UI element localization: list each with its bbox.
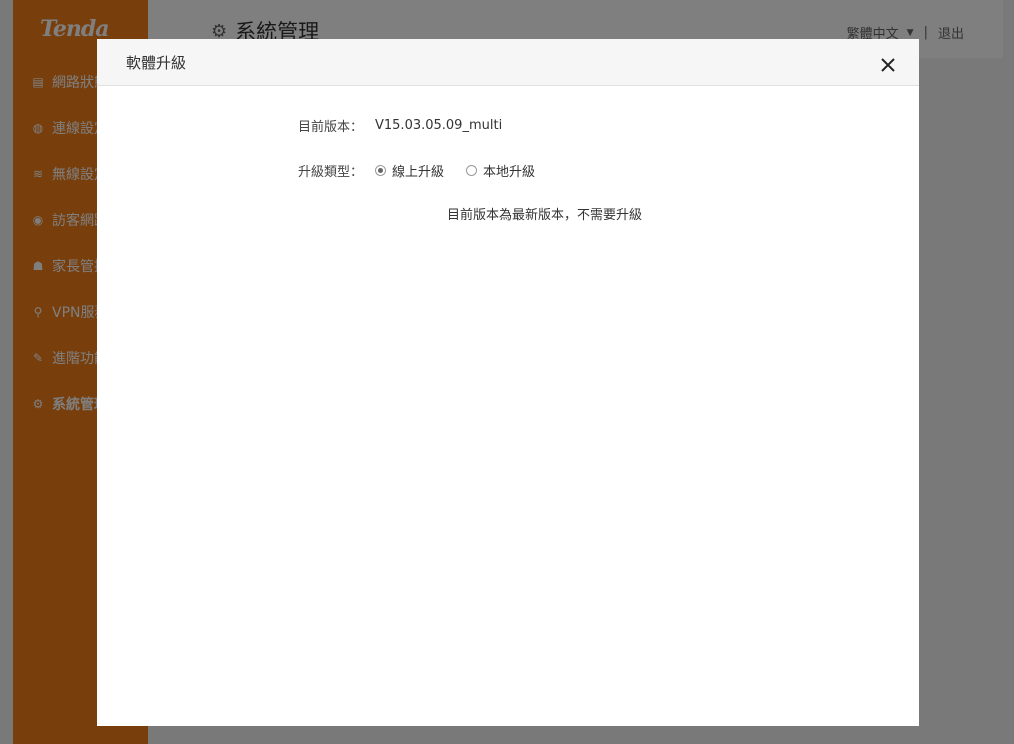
dialog-header: 軟體升級 <box>97 39 919 86</box>
status-message: 目前版本為最新版本，不需要升級 <box>447 208 643 223</box>
radio-online-upgrade[interactable]: 線上升級 <box>375 161 444 180</box>
radio-unchecked-icon[interactable] <box>466 165 478 176</box>
dialog-title: 軟體升級 <box>126 54 187 72</box>
current-version-row: 目前版本： V15.03.05.09_multi <box>286 116 502 135</box>
close-icon[interactable] <box>879 56 897 74</box>
firmware-upgrade-dialog: 軟體升級 目前版本： V15.03.05.09_multi 升級類型： 線上升級… <box>97 39 919 726</box>
current-version-label: 目前版本： <box>297 120 363 135</box>
current-version-value: V15.03.05.09_multi <box>375 118 503 133</box>
upgrade-type-label: 升級類型： <box>297 165 363 180</box>
radio-checked-icon[interactable] <box>375 165 386 176</box>
radio-local-upgrade[interactable]: 本地升級 <box>466 161 535 180</box>
upgrade-type-row: 升級類型： 線上升級 本地升級 <box>286 161 557 180</box>
